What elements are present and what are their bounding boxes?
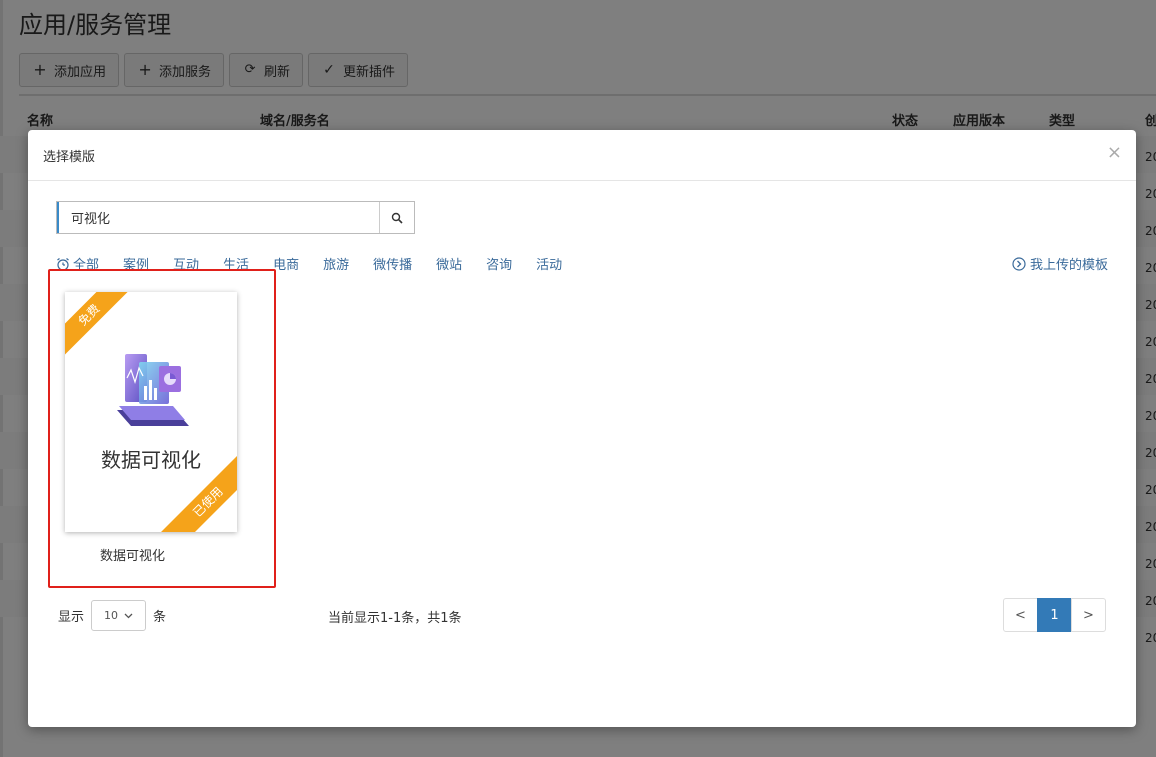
prev-page-button[interactable]: < [1003,598,1038,632]
search-icon [391,212,403,224]
search-button[interactable] [380,202,414,233]
page-size-value: 10 [104,609,119,622]
show-label: 显示 [58,610,85,625]
template-caption: 数据可视化 [100,549,166,564]
chevron-down-icon [124,613,133,618]
search-input[interactable] [57,202,380,233]
chevron-circle-right-icon [1012,256,1026,271]
close-icon[interactable]: × [1107,144,1122,162]
pagination-info: 当前显示1-1条，共1条 [328,611,462,626]
page-1-button[interactable]: 1 [1037,598,1072,632]
category-events[interactable]: 活动 [536,254,562,273]
pagination: < 1 > [1003,598,1106,632]
modal-header: 选择模版 × [28,130,1136,181]
category-micro-broadcast[interactable]: 微传播 [373,254,412,273]
modal-title: 选择模版 [43,150,96,165]
category-micro-site[interactable]: 微站 [436,254,462,273]
template-select-modal: 选择模版 × 全部 案例 互动 生活 [28,130,1136,727]
my-upload-label: 我上传的模板 [1029,258,1108,273]
my-uploaded-templates-link[interactable]: 我上传的模板 [1012,254,1108,273]
unit-label: 条 [153,610,167,625]
template-search [56,201,415,234]
template-card[interactable]: 免费 数据可视化 已使用 [65,292,237,532]
category-travel[interactable]: 旅游 [323,254,349,273]
category-consulting[interactable]: 咨询 [486,254,512,273]
category-ecommerce[interactable]: 电商 [273,254,299,273]
next-page-button[interactable]: > [1071,598,1106,632]
page-size-select[interactable]: 10 [91,600,147,631]
page-size-control: 显示 10 条 [58,600,166,631]
template-title: 数据可视化 [101,448,201,472]
data-visualization-illustration [117,354,189,426]
